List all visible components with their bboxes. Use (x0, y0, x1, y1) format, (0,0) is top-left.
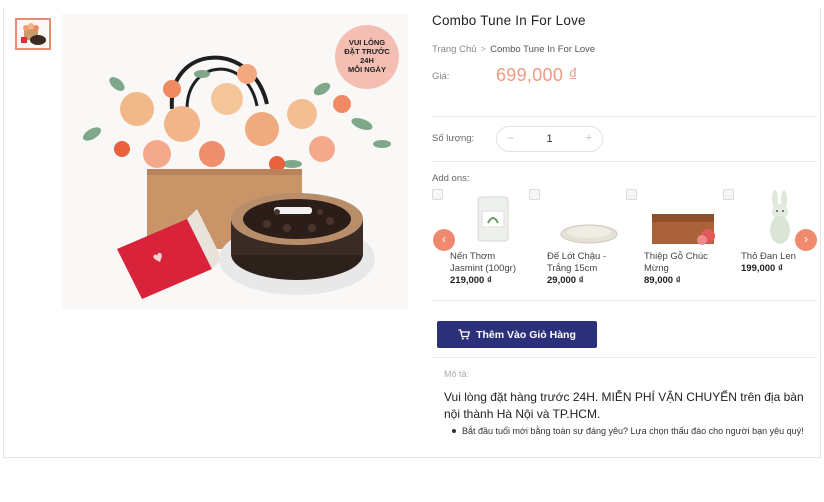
addon-checkbox[interactable] (723, 189, 734, 200)
saucer-image (560, 224, 618, 244)
quantity-label: Số lượng: (432, 133, 475, 144)
addons-next-button[interactable]: › (795, 229, 817, 251)
divider (432, 300, 817, 301)
addon-checkbox[interactable] (626, 189, 637, 200)
divider (432, 161, 817, 162)
chevron-left-icon: ‹ (442, 232, 446, 246)
product-title: Combo Tune In For Love (432, 13, 586, 28)
addon-name: Nến Thơm Jasmint (100gr) (450, 251, 516, 274)
breadcrumb-home[interactable]: Trang Chủ (432, 44, 477, 55)
quantity-stepper: − 1 + (496, 126, 603, 152)
add-to-cart-label: Thêm Vào Giỏ Hàng (476, 328, 576, 341)
addon-checkbox[interactable] (529, 189, 540, 200)
preorder-badge: VUI LÒNG ĐẶT TRƯỚC 24H MỖI NGÀY (335, 25, 399, 89)
quantity-increase-button[interactable]: + (586, 132, 592, 144)
addon-name: Thiệp Gỗ Chúc Mừng (644, 251, 708, 274)
addon-price: 219,000 ₫ (450, 275, 492, 286)
product-price: 699,000 ₫ (496, 65, 579, 85)
thumbnail-image (17, 20, 49, 48)
addon-price: 29,000 ₫ (547, 275, 584, 286)
divider (432, 357, 817, 358)
addon-price: 199,000 ₫ (741, 263, 783, 274)
description-label: Mô tả: (444, 369, 470, 379)
add-to-cart-button[interactable]: Thêm Vào Giỏ Hàng (437, 321, 597, 348)
addon-checkbox[interactable] (432, 189, 443, 200)
addons-label: Add ons: (432, 173, 470, 184)
product-thumbnail[interactable] (15, 18, 51, 50)
addon-name: Thỏ Đan Len (741, 251, 796, 262)
addons-prev-button[interactable]: ‹ (433, 229, 455, 251)
badge-line: 24H (360, 56, 374, 65)
wooden-card-image (652, 214, 715, 245)
candle-image (477, 196, 509, 242)
product-image: ♥ VUI LÒNG ĐẶT TRƯỚC 24H MỖI NGÀY (62, 14, 408, 310)
addon-name: Đế Lót Chậu - Trắng 15cm (547, 251, 607, 274)
badge-line: VUI LÒNG (348, 38, 386, 47)
description-text: Vui lòng đặt hàng trước 24H. MIỄN PHÍ VẬ… (444, 390, 804, 421)
breadcrumb-separator: > (480, 44, 487, 55)
knitted-rabbit-image (770, 190, 790, 244)
description-bullet: Bắt đầu tuổi mới bằng toàn sự đáng yêu? … (452, 425, 814, 438)
breadcrumb: Trang Chủ > Combo Tune In For Love (432, 44, 595, 55)
badge-line: ĐẶT TRƯỚC (344, 47, 390, 56)
chevron-right-icon: › (804, 232, 808, 246)
breadcrumb-current: Combo Tune In For Love (490, 44, 596, 55)
addon-price: 89,000 ₫ (644, 275, 681, 286)
badge-line: MỖI NGÀY (348, 65, 386, 74)
cart-icon (458, 329, 471, 340)
price-label: Giá: (432, 71, 450, 82)
divider (432, 116, 817, 117)
